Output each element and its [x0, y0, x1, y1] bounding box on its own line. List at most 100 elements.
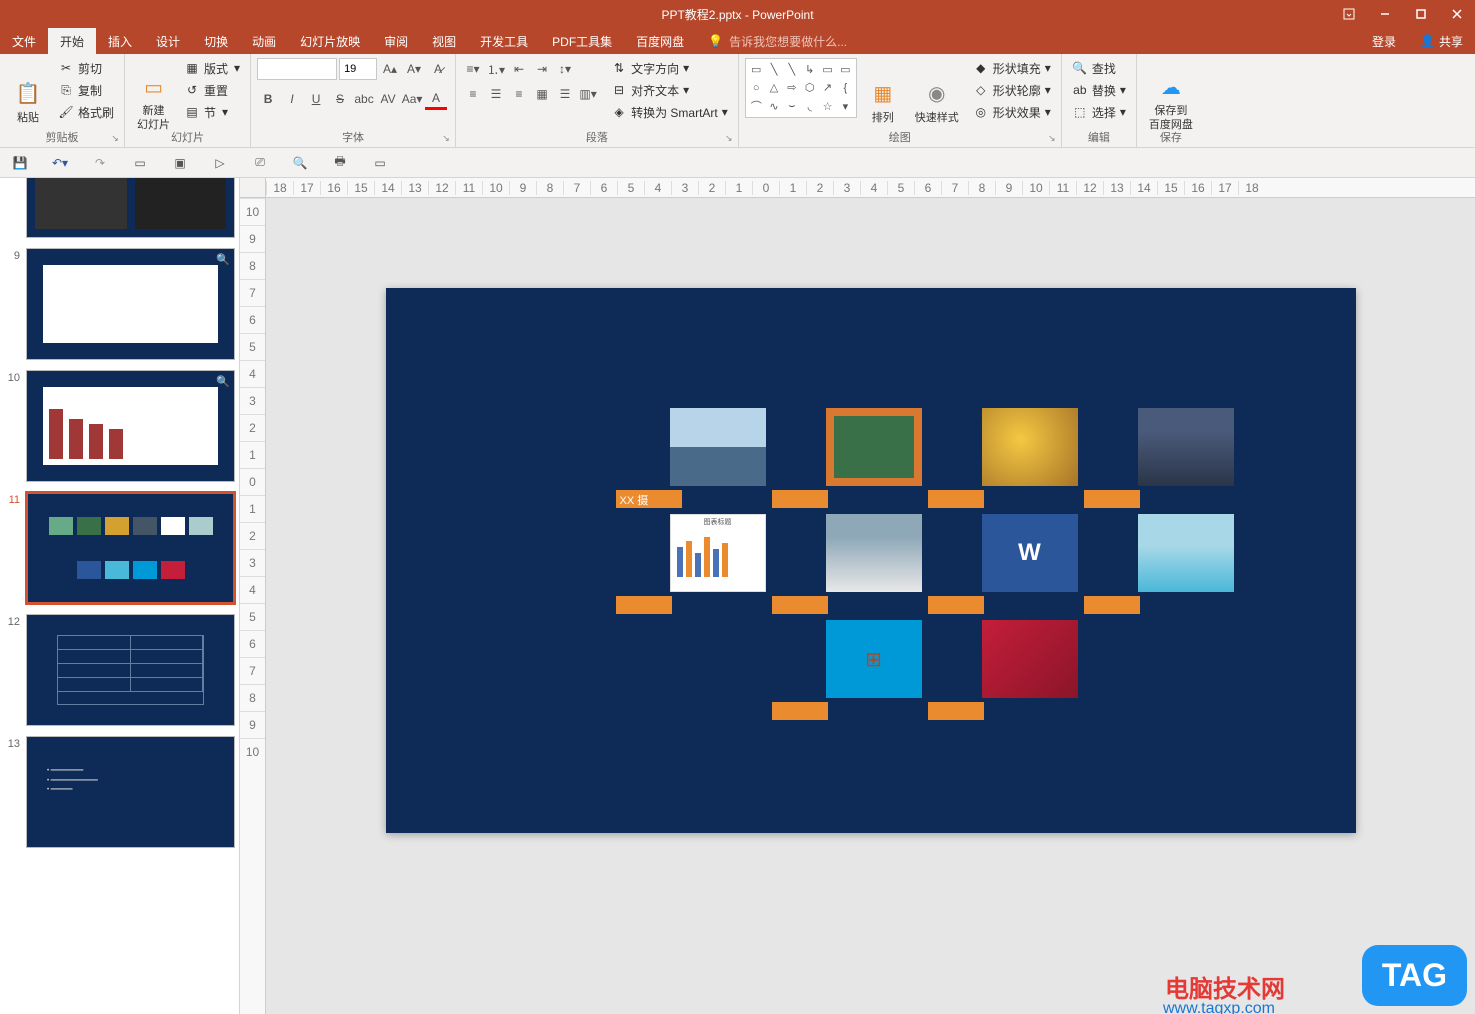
- align-text-button[interactable]: ⊟对齐文本▾: [607, 80, 732, 100]
- qat-btn-5[interactable]: ▣: [168, 151, 192, 175]
- shape-oval-icon[interactable]: ○: [748, 79, 765, 96]
- shape-more-icon[interactable]: ▾: [837, 98, 854, 115]
- caption-box[interactable]: XX 摄: [616, 490, 682, 508]
- tab-developer[interactable]: 开发工具: [468, 28, 540, 54]
- layout-button[interactable]: ▦版式▾: [180, 58, 244, 78]
- shape-brace-icon[interactable]: {: [837, 79, 854, 96]
- leaf-image[interactable]: [982, 408, 1078, 486]
- shape-connector-icon[interactable]: ↳: [801, 61, 818, 78]
- tab-animations[interactable]: 动画: [240, 28, 288, 54]
- shrink-font-button[interactable]: A▾: [403, 58, 425, 80]
- shape-curve-icon[interactable]: ⌒: [748, 98, 765, 115]
- shape-curve2-icon[interactable]: ⌣: [783, 98, 800, 115]
- shapes-gallery[interactable]: ▭╲╲↳▭▭ ○△⇨⬡↗{ ⌒∿⌣◟☆▾: [745, 58, 857, 118]
- from-beginning-button[interactable]: ▷: [208, 151, 232, 175]
- mountain-image[interactable]: [670, 408, 766, 486]
- slide-canvas[interactable]: XX 摄 图表标题 W: [386, 288, 1356, 833]
- paragraph-launcher[interactable]: ↘: [723, 132, 735, 144]
- shadow-button[interactable]: abc: [353, 88, 375, 110]
- word-icon-image[interactable]: W: [982, 514, 1078, 592]
- caption-box[interactable]: [928, 490, 984, 508]
- align-right-button[interactable]: ≡: [508, 83, 530, 105]
- image-cell-8[interactable]: [1084, 514, 1234, 614]
- font-size-select[interactable]: [339, 58, 377, 80]
- shape-fill-button[interactable]: ◆形状填充▾: [969, 58, 1055, 78]
- redo-button[interactable]: ↷: [88, 151, 112, 175]
- line-spacing-button[interactable]: ↕▾: [554, 58, 576, 80]
- slide-thumb-13[interactable]: • ━━━━━━━━━• ━━━━━━━━━━━━━• ━━━━━━: [26, 736, 235, 848]
- shape-effects-button[interactable]: ◎形状效果▾: [969, 102, 1055, 122]
- italic-button[interactable]: I: [281, 88, 303, 110]
- image-cell-5[interactable]: 图表标题: [616, 514, 766, 614]
- zoom-icon[interactable]: 🔍: [216, 253, 230, 266]
- tab-pdf[interactable]: PDF工具集: [540, 28, 624, 54]
- cut-button[interactable]: ✂剪切: [54, 58, 118, 78]
- cityscape-image[interactable]: [1138, 408, 1234, 486]
- presenter-view-button[interactable]: ⎚: [248, 151, 272, 175]
- undo-button[interactable]: ↶▾: [48, 151, 72, 175]
- image-cell-4[interactable]: [1084, 408, 1234, 508]
- slide-thumb-12[interactable]: [26, 614, 235, 726]
- shape-tri-icon[interactable]: △: [766, 79, 783, 96]
- caption-box[interactable]: [928, 702, 984, 720]
- vertical-ruler[interactable]: 10987654321012345678910: [240, 198, 266, 1014]
- caption-box[interactable]: [616, 596, 672, 614]
- select-button[interactable]: ⬚选择▾: [1068, 102, 1130, 122]
- tab-home[interactable]: 开始: [48, 28, 96, 54]
- change-case-button[interactable]: Aa▾: [401, 88, 423, 110]
- align-center-button[interactable]: ☰: [485, 83, 507, 105]
- caption-box[interactable]: [772, 596, 828, 614]
- tab-view[interactable]: 视图: [420, 28, 468, 54]
- caption-box[interactable]: [772, 702, 828, 720]
- slide-thumb-9[interactable]: 🔍: [26, 248, 235, 360]
- section-button[interactable]: ▤节▾: [180, 102, 244, 122]
- grow-font-button[interactable]: A▴: [379, 58, 401, 80]
- chart-image[interactable]: 图表标题: [670, 514, 766, 592]
- smartart-button[interactable]: ◈转换为 SmartArt▾: [607, 102, 732, 122]
- image-cell-1[interactable]: XX 摄: [616, 408, 766, 508]
- zoom-icon[interactable]: 🔍: [216, 375, 230, 388]
- clipboard-launcher[interactable]: ↘: [109, 132, 121, 144]
- image-cell-10[interactable]: [928, 620, 1078, 720]
- qat-btn-4[interactable]: ▭: [128, 151, 152, 175]
- clear-format-button[interactable]: A̷: [427, 58, 449, 80]
- tab-slideshow[interactable]: 幻灯片放映: [288, 28, 372, 54]
- slide-thumb-8[interactable]: [26, 178, 235, 238]
- tell-me-search[interactable]: 💡 告诉我您想要做什么...: [708, 28, 847, 54]
- strike-button[interactable]: S: [329, 88, 351, 110]
- columns-button[interactable]: ▥▾: [577, 83, 599, 105]
- login-button[interactable]: 登录: [1364, 33, 1404, 50]
- doctor-image[interactable]: [826, 514, 922, 592]
- horizontal-ruler[interactable]: 1817161514131211109876543210123456789101…: [266, 178, 1475, 198]
- copy-button[interactable]: ⎘复制: [54, 80, 118, 100]
- chalkboard-image[interactable]: [826, 408, 922, 486]
- shape-hex-icon[interactable]: ⬡: [801, 79, 818, 96]
- qat-btn-10[interactable]: ▭: [368, 151, 392, 175]
- caption-box[interactable]: [928, 596, 984, 614]
- image-cell-9[interactable]: ⊞: [772, 620, 922, 720]
- caption-box[interactable]: [772, 490, 828, 508]
- shape-line2-icon[interactable]: ╲: [783, 61, 800, 78]
- image-cell-2[interactable]: [772, 408, 922, 508]
- spacing-button[interactable]: AV: [377, 88, 399, 110]
- caption-box[interactable]: [1084, 490, 1140, 508]
- tab-design[interactable]: 设计: [144, 28, 192, 54]
- print-button[interactable]: 🖶: [328, 151, 352, 175]
- thumb-partial[interactable]: [4, 178, 235, 238]
- find-button[interactable]: 🔍查找: [1068, 58, 1130, 78]
- ribbon-options-icon[interactable]: [1331, 0, 1367, 28]
- tab-insert[interactable]: 插入: [96, 28, 144, 54]
- office-icon-image[interactable]: ⊞: [826, 620, 922, 698]
- shape-star-icon[interactable]: ☆: [819, 98, 836, 115]
- close-icon[interactable]: [1439, 0, 1475, 28]
- shape-arrow2-icon[interactable]: ↗: [819, 79, 836, 96]
- tab-file[interactable]: 文件: [0, 28, 48, 54]
- distribute-button[interactable]: ☰: [554, 83, 576, 105]
- font-family-select[interactable]: [257, 58, 337, 80]
- bullets-button[interactable]: ≡▾: [462, 58, 484, 80]
- shape-arc-icon[interactable]: ◟: [801, 98, 818, 115]
- slide-thumb-11[interactable]: [26, 492, 235, 604]
- indent-dec-button[interactable]: ⇤: [508, 58, 530, 80]
- red-silk-image[interactable]: [982, 620, 1078, 698]
- format-painter-button[interactable]: 🖌格式刷: [54, 102, 118, 122]
